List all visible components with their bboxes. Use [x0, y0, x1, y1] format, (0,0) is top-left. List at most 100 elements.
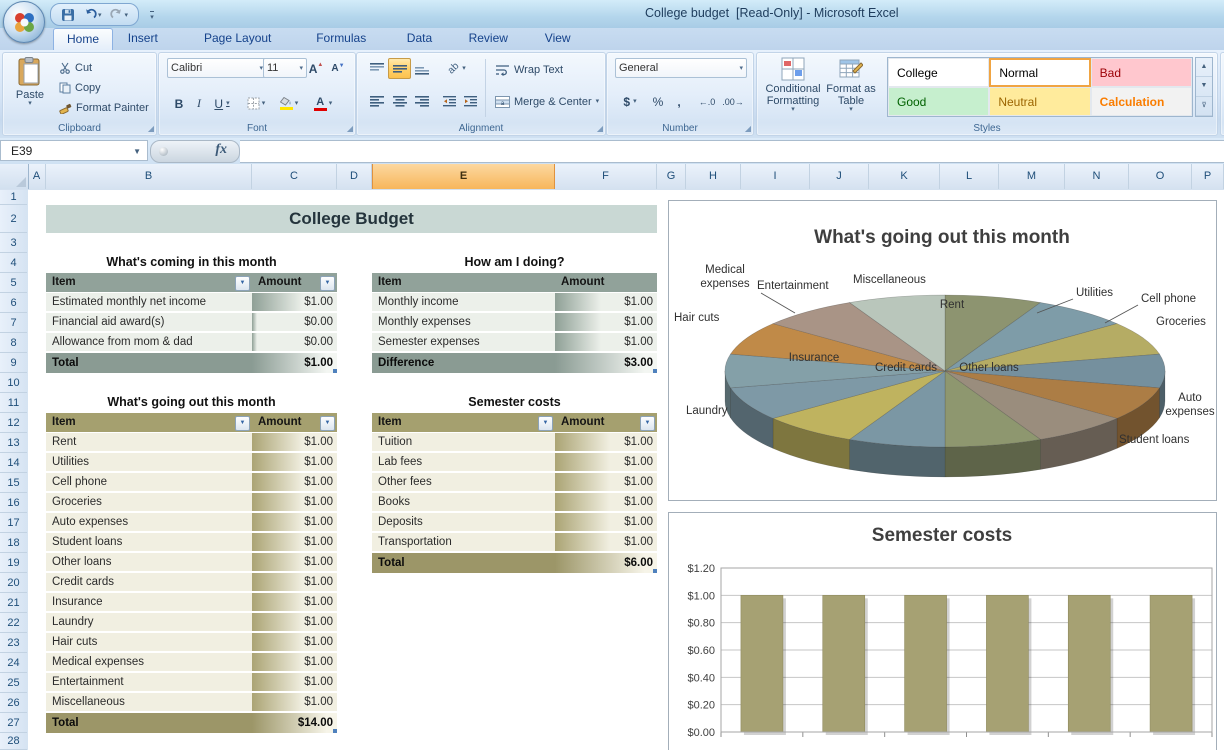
borders-button[interactable]: ▾: [241, 93, 271, 114]
office-button[interactable]: [3, 1, 45, 43]
column-header-G[interactable]: G: [657, 164, 686, 189]
column-header-D[interactable]: D: [337, 164, 372, 189]
column-header-L[interactable]: L: [940, 164, 999, 189]
copy-button[interactable]: Copy: [59, 79, 101, 96]
row-header-6[interactable]: 6: [0, 293, 27, 313]
row-header-23[interactable]: 23: [0, 633, 27, 653]
cut-button[interactable]: Cut: [59, 59, 92, 76]
tab-review[interactable]: Review: [456, 28, 521, 49]
number-dialog-launcher[interactable]: ◢: [745, 125, 751, 133]
increase-indent-button[interactable]: [460, 91, 481, 112]
column-header-J[interactable]: J: [810, 164, 869, 189]
amount-filter-button[interactable]: ▼: [320, 276, 335, 291]
row-header-8[interactable]: 8: [0, 333, 27, 353]
table-row[interactable]: Lab fees$1.00: [372, 453, 657, 471]
undo-dropdown[interactable]: ▾: [98, 11, 102, 19]
row-header-10[interactable]: 10: [0, 373, 27, 393]
table-row[interactable]: Credit cards$1.00: [46, 573, 337, 591]
redo-button[interactable]: ▾: [108, 7, 131, 22]
percent-style-button[interactable]: %: [647, 91, 669, 112]
tab-home[interactable]: Home: [53, 28, 113, 50]
cell-style-college[interactable]: College: [888, 58, 989, 87]
worksheet[interactable]: College Budget What's coming in this mon…: [28, 190, 1224, 750]
underline-button[interactable]: U▾: [209, 93, 235, 114]
grow-font-button[interactable]: A▲: [305, 58, 327, 79]
row-header-4[interactable]: 4: [0, 253, 27, 273]
align-right-button[interactable]: [410, 91, 433, 112]
row-header-26[interactable]: 26: [0, 693, 27, 713]
table-row[interactable]: Entertainment$1.00: [46, 673, 337, 691]
bold-button[interactable]: B: [169, 93, 189, 114]
table-row[interactable]: Semester expenses$1.00: [372, 333, 657, 351]
item-filter-button[interactable]: ▼: [235, 416, 250, 431]
name-box-dropdown[interactable]: ▼: [133, 141, 141, 162]
align-left-button[interactable]: [365, 91, 388, 112]
table-total-row[interactable]: Total$1.00: [46, 353, 337, 373]
bar-chart-panel[interactable]: Semester costs$0.00$0.20$0.40$0.60$0.80$…: [668, 512, 1217, 750]
column-header-A[interactable]: A: [28, 164, 46, 189]
column-header-H[interactable]: H: [686, 164, 741, 189]
table-resize-handle[interactable]: [653, 369, 657, 373]
table-row[interactable]: Medical expenses$1.00: [46, 653, 337, 671]
column-header-F[interactable]: F: [555, 164, 657, 189]
table-resize-handle[interactable]: [333, 729, 337, 733]
tab-data[interactable]: Data: [394, 28, 445, 49]
table-row[interactable]: Hair cuts$1.00: [46, 633, 337, 651]
gallery-scroll-up[interactable]: ▲: [1196, 58, 1212, 77]
row-header-13[interactable]: 13: [0, 433, 27, 453]
bar-deposits[interactable]: [1068, 595, 1110, 732]
table-row[interactable]: Miscellaneous$1.00: [46, 693, 337, 711]
table-row[interactable]: Transportation$1.00: [372, 533, 657, 551]
table-total-row[interactable]: Total$14.00: [46, 713, 337, 733]
table-row[interactable]: Groceries$1.00: [46, 493, 337, 511]
table-row[interactable]: Other loans$1.00: [46, 553, 337, 571]
tab-insert[interactable]: Insert: [115, 28, 171, 49]
tab-page-layout[interactable]: Page Layout: [191, 28, 284, 49]
column-header-E[interactable]: E: [372, 164, 555, 189]
row-header-20[interactable]: 20: [0, 573, 27, 593]
cell-style-neutral[interactable]: Neutral: [989, 87, 1090, 116]
formula-input[interactable]: [240, 140, 1224, 163]
cell-style-normal[interactable]: Normal: [989, 58, 1090, 87]
row-header-16[interactable]: 16: [0, 493, 27, 513]
table-row[interactable]: Student loans$1.00: [46, 533, 337, 551]
cell-style-calculation[interactable]: Calculation: [1091, 87, 1192, 116]
middle-align-button[interactable]: [388, 58, 411, 79]
row-header-15[interactable]: 15: [0, 473, 27, 493]
save-button[interactable]: [59, 7, 77, 23]
gallery-more-button[interactable]: ⊽: [1196, 97, 1212, 116]
table-row[interactable]: Other fees$1.00: [372, 473, 657, 491]
table-row[interactable]: Allowance from mom & dad$0.00: [46, 333, 337, 351]
row-header-17[interactable]: 17: [0, 513, 27, 533]
font-dialog-launcher[interactable]: ◢: [347, 125, 353, 133]
bar-lab-fees[interactable]: [823, 595, 865, 732]
row-header-12[interactable]: 12: [0, 413, 27, 433]
format-painter-button[interactable]: Format Painter: [59, 99, 149, 116]
bottom-align-button[interactable]: [410, 58, 433, 79]
row-header-9[interactable]: 9: [0, 353, 27, 373]
bar-tuition[interactable]: [741, 595, 783, 732]
table-row[interactable]: Estimated monthly net income$1.00: [46, 293, 337, 311]
row-header-5[interactable]: 5: [0, 273, 27, 293]
fill-color-button[interactable]: ▾: [273, 93, 305, 114]
row-header-7[interactable]: 7: [0, 313, 27, 333]
undo-button[interactable]: ▾: [81, 7, 104, 22]
select-all-corner[interactable]: [0, 164, 29, 189]
comma-style-button[interactable]: ,: [669, 91, 689, 112]
tab-view[interactable]: View: [532, 28, 584, 49]
table-row[interactable]: Deposits$1.00: [372, 513, 657, 531]
increase-decimal-button[interactable]: ←.0: [693, 91, 721, 112]
table-total-row[interactable]: Total$6.00: [372, 553, 657, 573]
table-row[interactable]: Tuition$1.00: [372, 433, 657, 451]
column-header-P[interactable]: P: [1192, 164, 1224, 189]
merge-center-dropdown[interactable]: ▾: [596, 99, 600, 105]
row-header-2[interactable]: 2: [0, 205, 27, 233]
table-row[interactable]: Auto expenses$1.00: [46, 513, 337, 531]
qat-customize-button[interactable]: ▾: [145, 6, 159, 21]
amount-filter-button[interactable]: ▼: [320, 416, 335, 431]
column-header-K[interactable]: K: [869, 164, 940, 189]
table-row[interactable]: Monthly income$1.00: [372, 293, 657, 311]
row-header-19[interactable]: 19: [0, 553, 27, 573]
paste-dropdown[interactable]: ▾: [28, 101, 32, 107]
table-resize-handle[interactable]: [653, 569, 657, 573]
